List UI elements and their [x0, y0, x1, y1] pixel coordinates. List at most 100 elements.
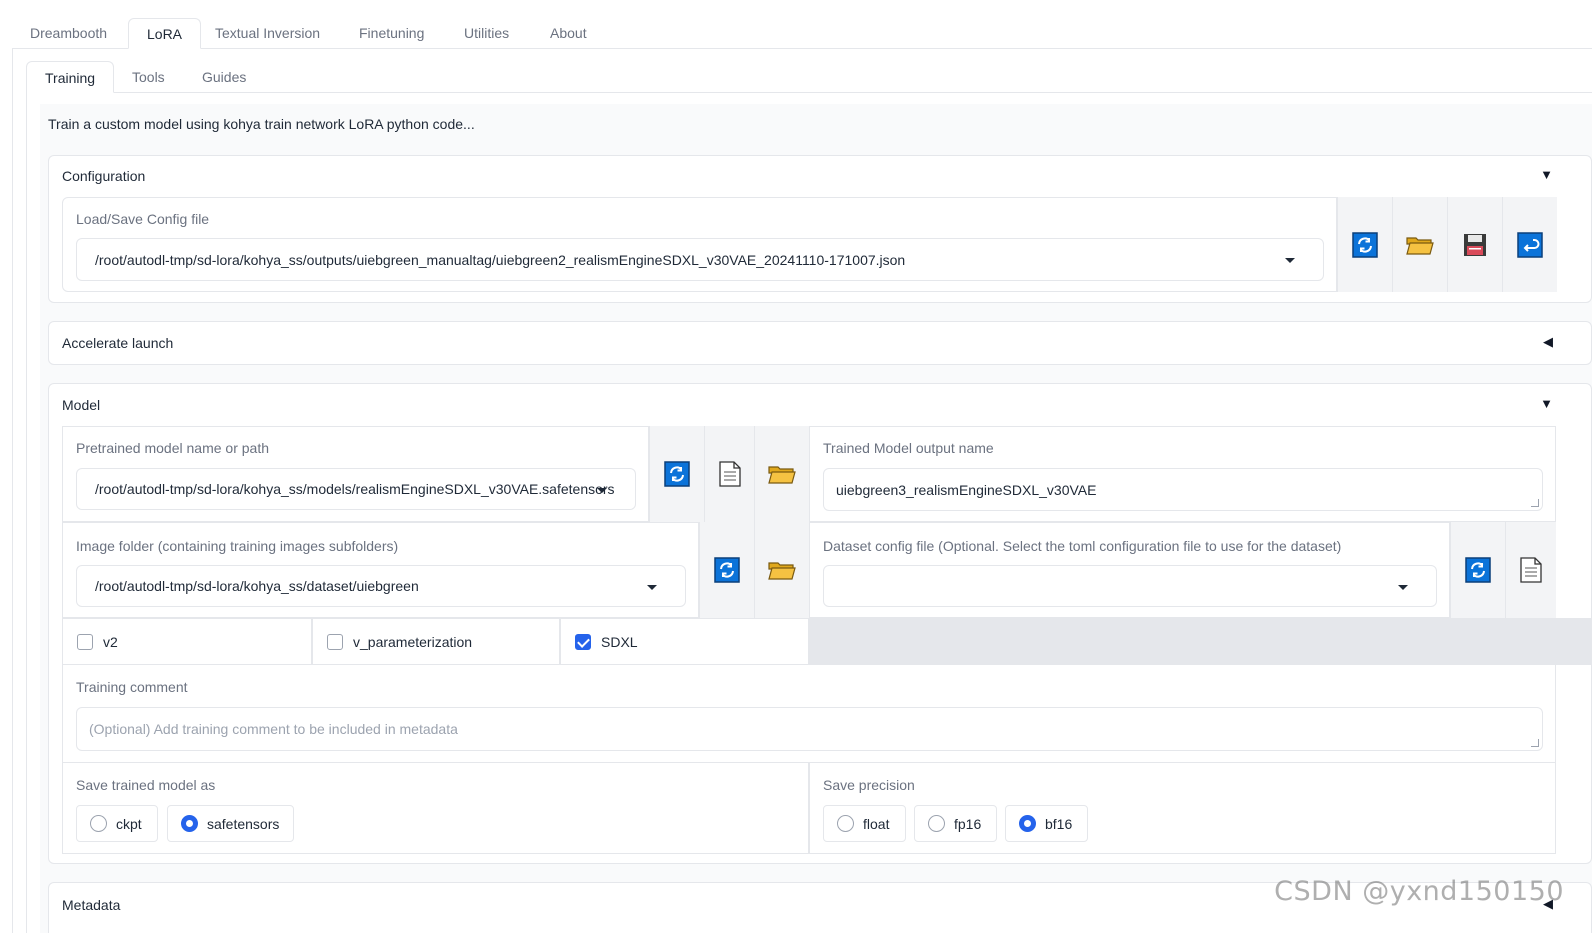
tab-guides[interactable]: Guides [184, 61, 264, 93]
folder-icon [768, 562, 796, 580]
chevron-down-icon [1285, 258, 1295, 263]
config-save-button[interactable] [1447, 197, 1502, 292]
save-icon [1464, 233, 1486, 256]
output-name-field[interactable]: uiebgreen3_realismEngineSDXL_v30VAE [823, 468, 1543, 511]
file-icon [1520, 557, 1542, 583]
precision-bf16-option[interactable]: bf16 [1005, 805, 1088, 842]
config-return-button[interactable] [1502, 197, 1557, 292]
pretrained-refresh-button[interactable] [649, 426, 704, 522]
ckpt-label: ckpt [116, 815, 142, 832]
sdxl-checkbox-cell[interactable]: SDXL [560, 618, 809, 665]
configuration-title[interactable]: Configuration [62, 168, 145, 184]
image-folder-block: Image folder (containing training images… [62, 522, 699, 618]
output-name-label: Trained Model output name [823, 440, 994, 456]
config-file-dropdown[interactable]: /root/autodl-tmp/sd-lora/kohya_ss/output… [76, 238, 1324, 281]
training-comment-block: Training comment (Optional) Add training… [62, 664, 1556, 763]
chevron-down-icon [1398, 585, 1408, 590]
output-name-value: uiebgreen3_realismEngineSDXL_v30VAE [836, 481, 1097, 498]
accelerate-accordion[interactable]: Accelerate launch ◀ [48, 321, 1592, 365]
v-parameterization-checkbox[interactable] [327, 633, 343, 650]
tab-tools[interactable]: Tools [114, 61, 183, 93]
tab-training[interactable]: Training [26, 61, 115, 93]
safetensors-label: safetensors [207, 815, 280, 832]
save-precision-label: Save precision [823, 777, 915, 793]
inner-frame-line [26, 92, 27, 933]
model-accordion: Model ▼ Pretrained model name or path /r… [48, 383, 1592, 864]
training-comment-label: Training comment [76, 679, 188, 695]
tab-finetuning[interactable]: Finetuning [341, 18, 442, 49]
refresh-icon [1465, 557, 1491, 583]
bf16-radio[interactable] [1019, 815, 1036, 832]
precision-fp16-option[interactable]: fp16 [914, 805, 997, 842]
folder-icon [1406, 236, 1434, 255]
refresh-icon [664, 461, 690, 487]
resize-handle-icon[interactable] [1531, 739, 1539, 747]
sdxl-label: SDXL [601, 633, 638, 650]
output-name-block: Trained Model output name uiebgreen3_rea… [809, 426, 1556, 522]
image-folder-value: /root/autodl-tmp/sd-lora/kohya_ss/datase… [95, 578, 419, 594]
dataset-config-file-button[interactable] [1505, 522, 1556, 618]
pretrained-folder-button[interactable] [754, 426, 809, 522]
bf16-label: bf16 [1045, 815, 1073, 832]
configuration-accordion: Configuration ▼ Load/Save Config file /r… [48, 155, 1592, 303]
outer-frame-line [12, 48, 13, 933]
tab-utilities[interactable]: Utilities [446, 18, 527, 49]
dataset-config-dropdown[interactable] [823, 565, 1437, 607]
dataset-config-refresh-button[interactable] [1450, 522, 1505, 618]
dataset-config-block: Dataset config file (Optional. Select th… [809, 522, 1450, 618]
chevron-down-icon [597, 488, 607, 493]
sdxl-checkbox[interactable] [575, 633, 591, 650]
save-as-block: Save trained model as ckpt safetensors [62, 762, 809, 854]
dataset-config-label: Dataset config file (Optional. Select th… [823, 538, 1342, 554]
v-parameterization-label: v_parameterization [353, 633, 473, 650]
ckpt-radio[interactable] [90, 815, 107, 832]
save-as-label: Save trained model as [76, 777, 216, 793]
collapsed-arrow-icon[interactable]: ◀ [1543, 334, 1553, 350]
pretrained-value: /root/autodl-tmp/sd-lora/kohya_ss/models… [95, 481, 615, 497]
expand-arrow-icon[interactable]: ▼ [1540, 167, 1553, 182]
chevron-down-icon [647, 585, 657, 590]
model-title[interactable]: Model [62, 397, 100, 413]
refresh-icon [1352, 231, 1378, 258]
v2-checkbox-cell[interactable]: v2 [62, 618, 312, 665]
v-parameterization-checkbox-cell[interactable]: v_parameterization [312, 618, 560, 665]
refresh-icon [714, 557, 740, 583]
resize-handle-icon[interactable] [1531, 499, 1539, 507]
float-label: float [863, 815, 890, 832]
fp16-radio[interactable] [928, 815, 945, 832]
metadata-title[interactable]: Metadata [62, 897, 120, 913]
page-description: Train a custom model using kohya train n… [48, 116, 475, 132]
training-comment-placeholder: (Optional) Add training comment to be in… [89, 721, 458, 737]
v2-label: v2 [103, 633, 118, 650]
tab-dreambooth[interactable]: Dreambooth [12, 18, 125, 49]
image-folder-dropdown[interactable]: /root/autodl-tmp/sd-lora/kohya_ss/datase… [76, 565, 686, 607]
tab-about[interactable]: About [532, 18, 605, 49]
file-icon [718, 461, 741, 487]
pretrained-dropdown[interactable]: /root/autodl-tmp/sd-lora/kohya_ss/models… [76, 468, 636, 510]
safetensors-radio[interactable] [181, 815, 198, 832]
float-radio[interactable] [837, 815, 854, 832]
empty-row-filler [809, 618, 1592, 665]
pretrained-block: Pretrained model name or path /root/auto… [62, 426, 649, 522]
tab-lora[interactable]: LoRA [128, 18, 202, 49]
expand-arrow-icon[interactable]: ▼ [1540, 396, 1553, 411]
accelerate-title[interactable]: Accelerate launch [62, 335, 173, 351]
config-refresh-button[interactable] [1337, 197, 1392, 292]
image-folder-open-button[interactable] [754, 522, 809, 618]
image-folder-label: Image folder (containing training images… [76, 538, 399, 554]
sub-tab-bar: Training Tools Guides [26, 61, 1592, 93]
top-tab-bar: Dreambooth LoRA Textual Inversion Finetu… [12, 18, 1592, 49]
pretrained-file-button[interactable] [704, 426, 754, 522]
v2-checkbox[interactable] [77, 633, 93, 650]
folder-icon [768, 466, 796, 484]
save-as-safetensors-option[interactable]: safetensors [167, 805, 294, 842]
watermark-text: CSDN @yxnd150150 [1274, 876, 1564, 907]
return-icon [1517, 231, 1543, 258]
tab-textual-inversion[interactable]: Textual Inversion [197, 18, 338, 49]
config-file-label: Load/Save Config file [76, 211, 210, 227]
image-folder-refresh-button[interactable] [699, 522, 754, 618]
precision-float-option[interactable]: float [823, 805, 906, 842]
training-comment-field[interactable]: (Optional) Add training comment to be in… [76, 707, 1543, 751]
save-as-ckpt-option[interactable]: ckpt [76, 805, 158, 842]
config-open-folder-button[interactable] [1392, 197, 1447, 292]
